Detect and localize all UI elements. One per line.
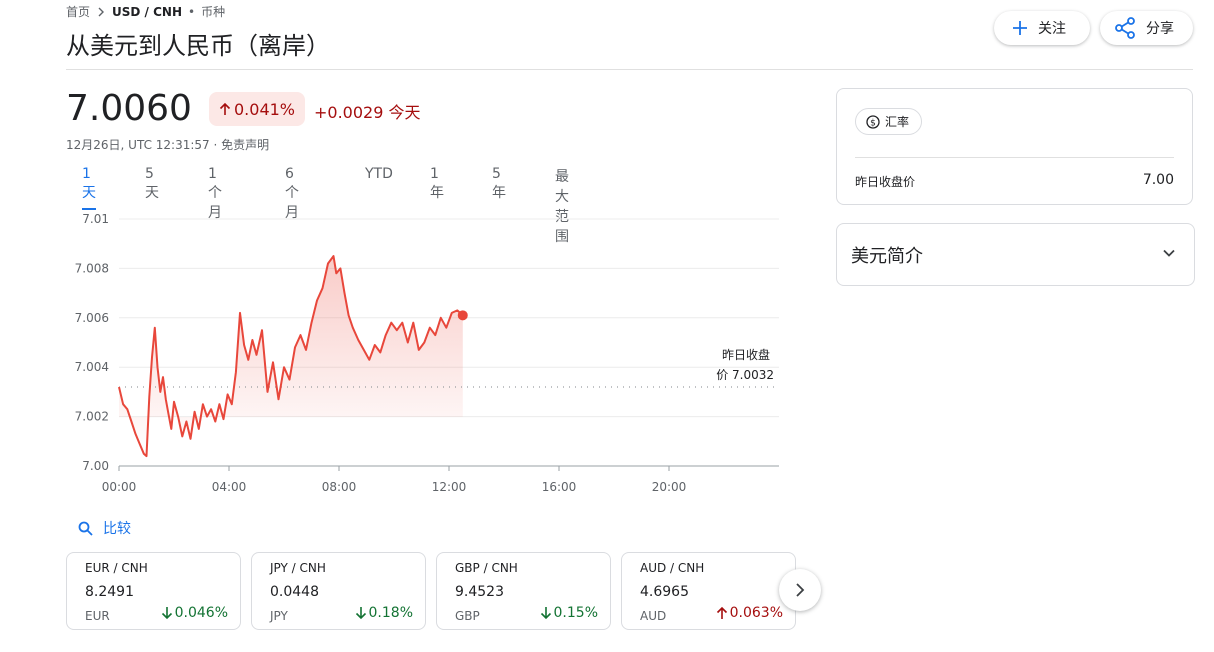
change-percent: 0.041%: [234, 99, 296, 119]
compare-button[interactable]: 比较: [78, 518, 131, 538]
currency-icon: $: [866, 114, 880, 129]
currency-card-eur[interactable]: EUR / CNH 8.2491 EUR 0.046%: [66, 552, 241, 630]
arrow-up-icon: [716, 606, 727, 619]
card-change: 0.046%: [161, 605, 228, 621]
previous-close-value-label: 价 7.0032: [716, 368, 774, 382]
breadcrumb-current: USD / CNH: [112, 4, 182, 19]
x-tick-label: 00:00: [102, 480, 137, 494]
plus-icon: [1013, 21, 1027, 35]
tab-1-day[interactable]: 1天: [82, 166, 96, 210]
card-change-value: 0.15%: [553, 605, 598, 621]
share-label: 分享: [1146, 21, 1174, 37]
card-value: 9.4523: [455, 584, 504, 600]
currency-card-gbp[interactable]: GBP / CNH 9.4523 GBP 0.15%: [436, 552, 611, 630]
card-change: 0.063%: [716, 605, 783, 621]
share-button[interactable]: 分享: [1100, 11, 1193, 45]
arrow-down-icon: [355, 607, 366, 620]
breadcrumb-home-link[interactable]: 首页: [66, 3, 90, 20]
card-value: 0.0448: [270, 584, 319, 600]
page-title: 从美元到人民币（离岸）: [66, 32, 330, 60]
card-change-value: 0.18%: [368, 605, 413, 621]
card-change-value: 0.046%: [174, 605, 228, 621]
card-pair: AUD / CNH: [640, 561, 705, 575]
card-pair: GBP / CNH: [455, 561, 518, 575]
card-currency: GBP: [455, 609, 480, 623]
chevron-right-icon: [98, 7, 105, 16]
card-pair: JPY / CNH: [270, 561, 326, 575]
x-tick-label: 04:00: [212, 480, 247, 494]
card-change: 0.18%: [355, 605, 413, 621]
previous-close-label: 昨日收盘: [722, 347, 770, 362]
breadcrumb: 首页 USD / CNH • 币种: [66, 3, 225, 20]
header-divider: [66, 69, 1193, 70]
exchange-rate-chip-label: 汇率: [885, 115, 910, 129]
x-tick-label: 16:00: [542, 480, 577, 494]
share-icon: [1115, 17, 1135, 39]
compare-label: 比较: [103, 521, 131, 537]
quote-timestamp: 12月26日, UTC 12:31:57 · 免责声明: [66, 138, 270, 152]
breadcrumb-type: 币种: [201, 5, 226, 19]
change-absolute: +0.0029 今天: [314, 103, 421, 122]
search-icon: [78, 521, 93, 536]
y-tick-label: 7.004: [75, 360, 109, 374]
card-currency: JPY: [270, 609, 288, 623]
current-price: 7.0060: [66, 88, 192, 129]
currency-card-aud[interactable]: AUD / CNH 4.6965 AUD 0.063%: [621, 552, 796, 630]
exchange-rate-card: $ 汇率 昨日收盘价 7.00: [836, 88, 1193, 205]
y-tick-label: 7.002: [75, 410, 109, 424]
carousel-next-button[interactable]: [779, 569, 821, 611]
rate-card-divider: [855, 157, 1174, 158]
y-tick-label: 7.008: [75, 261, 109, 275]
exchange-rate-chip: $ 汇率: [855, 108, 923, 135]
svg-text:$: $: [870, 118, 876, 128]
arrow-down-icon: [540, 607, 551, 620]
price-chart[interactable]: 7.00 7.002 7.004 7.006 7.008 7.01 00:00 04:00 0…: [66, 205, 786, 500]
x-tick-label: 12:00: [432, 480, 467, 494]
y-tick-label: 7.00: [82, 459, 109, 473]
y-tick-label: 7.006: [75, 311, 109, 325]
currency-card-jpy[interactable]: JPY / CNH 0.0448 JPY 0.18%: [251, 552, 426, 630]
breadcrumb-separator: •: [188, 4, 196, 19]
chevron-right-icon: [796, 583, 805, 597]
card-change: 0.15%: [540, 605, 598, 621]
card-pair: EUR / CNH: [85, 561, 148, 575]
tab-5-day[interactable]: 5 天: [145, 166, 159, 208]
follow-label: 关注: [1038, 21, 1066, 37]
card-value: 8.2491: [85, 584, 134, 600]
tab-ytd[interactable]: YTD: [365, 166, 393, 188]
card-change-value: 0.063%: [729, 605, 783, 621]
card-currency: AUD: [640, 609, 667, 623]
arrow-down-icon: [161, 607, 172, 620]
card-currency: EUR: [85, 609, 110, 623]
about-usd-card[interactable]: 美元简介: [836, 223, 1195, 286]
prev-close-value: 7.00: [1142, 172, 1174, 188]
tab-1-year[interactable]: 1 年: [430, 166, 444, 208]
card-value: 4.6965: [640, 584, 689, 600]
x-tick-label: 20:00: [652, 480, 687, 494]
change-percent-badge: 0.041%: [209, 92, 306, 126]
prev-close-label: 昨日收盘价: [855, 175, 916, 189]
about-usd-title: 美元简介: [851, 246, 923, 267]
follow-button[interactable]: 关注: [994, 11, 1090, 45]
tab-5-year[interactable]: 5 年: [492, 166, 506, 208]
arrow-up-icon: [219, 102, 231, 115]
current-point-marker: [457, 310, 468, 321]
chevron-down-icon: [1163, 249, 1175, 257]
y-tick-label: 7.01: [82, 212, 109, 226]
x-tick-label: 08:00: [322, 480, 357, 494]
